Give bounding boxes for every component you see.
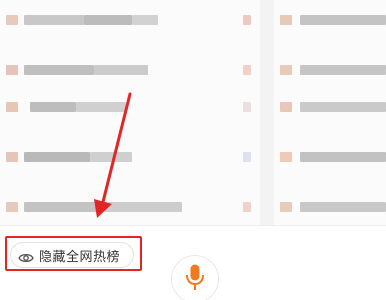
screen: 隐藏全网热榜 (0, 0, 386, 300)
list-item[interactable] (0, 6, 386, 34)
list-item[interactable] (0, 56, 386, 84)
blurred-hot-list (0, 0, 386, 225)
list-item[interactable] (0, 193, 386, 221)
list-item[interactable] (0, 93, 386, 121)
microphone-icon (185, 264, 205, 292)
highlight-frame (5, 236, 142, 271)
voice-search-button[interactable] (171, 255, 219, 300)
list-item[interactable] (0, 143, 386, 171)
